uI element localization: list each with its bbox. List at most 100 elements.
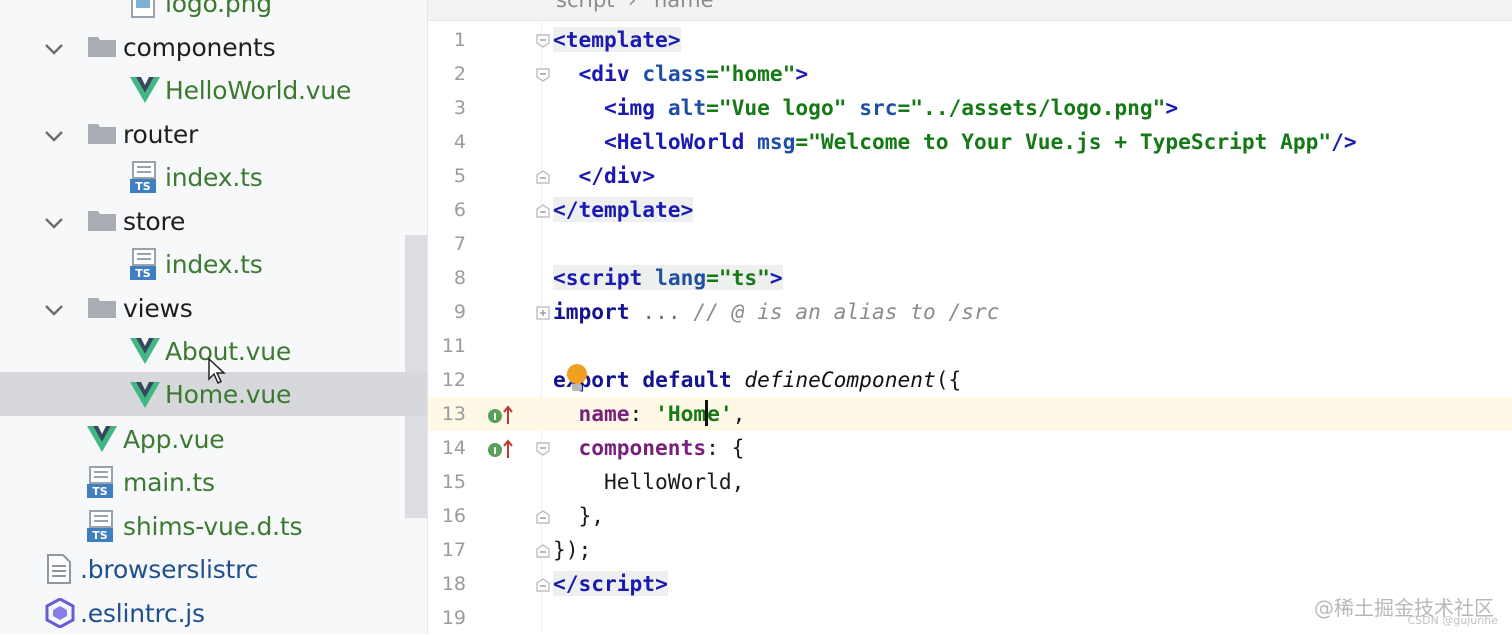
fold-close-icon[interactable]: [536, 169, 550, 184]
image-file-icon: [131, 0, 155, 22]
tree-item-helloworld-vue[interactable]: HelloWorld.vue: [0, 69, 427, 113]
line-number: 16: [441, 505, 466, 527]
code-line[interactable]: 12 export default defineComponent({: [428, 363, 1512, 397]
tree-item-store[interactable]: store: [0, 200, 427, 244]
line-number: 3: [453, 97, 466, 119]
code-line[interactable]: 3 <img alt="Vue logo" src="../assets/log…: [428, 91, 1512, 125]
fold-open-icon[interactable]: [536, 441, 550, 456]
tree-item-label: store: [123, 207, 186, 236]
code-line[interactable]: 5 </div>: [428, 159, 1512, 193]
fold-open-icon[interactable]: [536, 33, 550, 48]
folder-icon: [87, 34, 117, 62]
tree-item-label: index.ts: [165, 163, 263, 192]
code-text: name: 'Home',: [578, 400, 746, 426]
line-number: 5: [453, 165, 466, 187]
fold-expand-icon[interactable]: [536, 305, 550, 320]
tree-item-components[interactable]: components: [0, 26, 427, 70]
chevron-down-icon[interactable]: [43, 299, 65, 321]
breadcrumb-item[interactable]: script: [556, 0, 615, 12]
typescript-file-icon: TS: [130, 161, 158, 195]
fold-close-icon[interactable]: [536, 203, 550, 218]
code-text: import ... // @ is an alias to /src: [553, 299, 1000, 324]
line-number: 9: [453, 301, 466, 323]
tree-item-views[interactable]: views: [0, 287, 427, 331]
line-number: 13: [441, 403, 466, 425]
tree-item-shims-vue-d-ts[interactable]: TS shims-vue.d.ts: [0, 505, 427, 549]
watermark: CSDN @gujunhe: [1407, 614, 1498, 627]
code-editor[interactable]: script › name 1 <template> 2 <div class=…: [427, 0, 1512, 634]
code-text: },: [578, 503, 605, 528]
eslint-file-icon: [45, 597, 75, 632]
code-text: });: [553, 537, 592, 562]
code-text: <img alt="Vue logo" src="../assets/logo.…: [604, 95, 1179, 120]
mouse-cursor-icon: [208, 357, 226, 388]
tree-item-label: .browserslistrc: [80, 555, 259, 584]
line-number: 11: [441, 335, 466, 357]
breadcrumb-item[interactable]: name: [654, 0, 714, 12]
code-text: export default defineComponent({: [553, 367, 962, 392]
code-line[interactable]: 9 import ... // @ is an alias to /src: [428, 295, 1512, 329]
svg-text:I: I: [493, 412, 497, 423]
breadcrumb: script › name: [428, 0, 1512, 21]
tree-item-label: .eslintrc.js: [80, 599, 205, 628]
text-file-icon: [47, 554, 71, 588]
line-number: 15: [441, 471, 466, 493]
breadcrumb-separator: ›: [628, 0, 637, 12]
code-line[interactable]: 15 HelloWorld,: [428, 465, 1512, 499]
tree-item-browserslistrc[interactable]: .browserslistrc: [0, 548, 427, 592]
tree-item-router[interactable]: router: [0, 113, 427, 157]
tree-item-label: shims-vue.d.ts: [123, 512, 303, 541]
tree-item-label: main.ts: [123, 468, 215, 497]
code-line[interactable]: 6 </template>: [428, 193, 1512, 227]
implements-gutter-icon[interactable]: I: [486, 405, 514, 431]
tree-item-label: router: [123, 120, 199, 149]
line-number: 18: [441, 573, 466, 595]
svg-text:TS: TS: [135, 267, 151, 280]
code-text: <script lang="ts">: [553, 265, 783, 290]
typescript-file-icon: TS: [130, 248, 158, 282]
folder-icon: [87, 121, 117, 149]
code-text: <HelloWorld msg="Welcome to Your Vue.js …: [604, 129, 1357, 154]
tree-item-label: components: [123, 33, 276, 62]
line-number: 6: [453, 199, 466, 221]
tree-item-label: logo.png: [165, 0, 272, 18]
implements-gutter-icon[interactable]: I: [486, 439, 514, 465]
chevron-down-icon[interactable]: [43, 212, 65, 234]
line-number: 8: [453, 267, 466, 289]
tree-item-store-index-ts[interactable]: TS index.ts: [0, 243, 427, 287]
code-line[interactable]: 4 <HelloWorld msg="Welcome to Your Vue.j…: [428, 125, 1512, 159]
chevron-down-icon[interactable]: [43, 125, 65, 147]
typescript-file-icon: TS: [87, 466, 115, 500]
code-text: components: {: [578, 435, 745, 460]
vue-file-icon: [130, 77, 160, 107]
fold-open-icon[interactable]: [536, 67, 550, 82]
code-line[interactable]: 2 <div class="home">: [428, 57, 1512, 91]
code-text: HelloWorld,: [604, 469, 745, 494]
fold-close-icon[interactable]: [536, 543, 550, 558]
code-line[interactable]: 1 <template>: [428, 23, 1512, 57]
intention-bulb-icon[interactable]: [564, 363, 590, 397]
fold-close-icon[interactable]: [536, 509, 550, 524]
line-number: 17: [441, 539, 466, 561]
code-line-current[interactable]: 13 I name: 'Home',: [428, 397, 1512, 431]
tree-item-logo-png[interactable]: logo.png: [0, 0, 427, 26]
code-line[interactable]: 16 },: [428, 499, 1512, 533]
code-line[interactable]: 17 });: [428, 533, 1512, 567]
code-line[interactable]: 11: [428, 329, 1512, 363]
code-line[interactable]: 7: [428, 227, 1512, 261]
code-text: <div class="home">: [578, 61, 809, 86]
tree-item-app-vue[interactable]: App.vue: [0, 418, 427, 462]
line-number: 19: [441, 607, 466, 629]
line-number: 12: [441, 369, 466, 391]
code-text: </script>: [553, 571, 668, 596]
chevron-down-icon[interactable]: [43, 38, 65, 60]
code-line[interactable]: 8 <script lang="ts">: [428, 261, 1512, 295]
tree-item-router-index-ts[interactable]: TS index.ts: [0, 156, 427, 200]
svg-text:TS: TS: [92, 485, 108, 498]
tree-item-label: index.ts: [165, 250, 263, 279]
tree-item-eslintrc-js[interactable]: .eslintrc.js: [0, 592, 427, 634]
fold-close-icon[interactable]: [536, 577, 550, 592]
code-line[interactable]: 14 I components: {: [428, 431, 1512, 465]
tree-item-label: Home.vue: [165, 380, 292, 409]
tree-item-main-ts[interactable]: TS main.ts: [0, 461, 427, 505]
